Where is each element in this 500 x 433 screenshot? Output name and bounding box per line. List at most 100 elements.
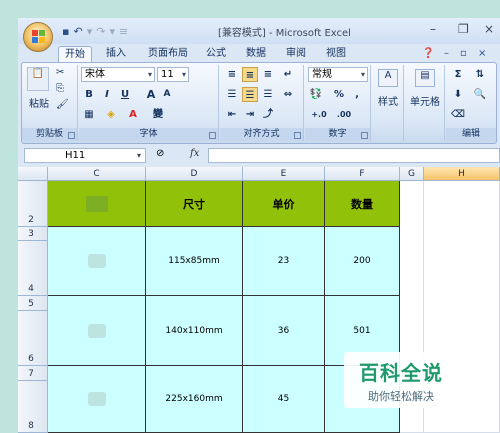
- cut-icon[interactable]: ✂: [56, 67, 64, 78]
- orientation-icon[interactable]: ⤴: [260, 107, 276, 122]
- ribbon-minimize-icon[interactable]: –: [444, 48, 449, 59]
- tab-formulas[interactable]: 公式: [200, 46, 232, 62]
- help-icon[interactable]: ❓: [422, 48, 434, 59]
- row-header-3[interactable]: 3: [18, 227, 48, 241]
- bold-button[interactable]: B: [81, 87, 97, 102]
- underline-button[interactable]: U: [117, 87, 133, 102]
- sort-filter-icon[interactable]: ⇅: [472, 67, 488, 82]
- font-launcher-icon[interactable]: [209, 132, 216, 139]
- align-top-icon[interactable]: ≡: [224, 67, 240, 82]
- table-cell[interactable]: 36: [243, 296, 325, 366]
- row-header-4[interactable]: 4: [18, 241, 48, 296]
- formula-input[interactable]: [208, 148, 500, 163]
- tab-review[interactable]: 审阅: [280, 46, 312, 62]
- italic-button[interactable]: I: [99, 87, 115, 102]
- alignment-launcher-icon[interactable]: [294, 132, 301, 139]
- row-header-2[interactable]: 2: [18, 181, 48, 227]
- table-cell[interactable]: 140x110mm: [146, 296, 243, 366]
- tab-view[interactable]: 视图: [320, 46, 352, 62]
- row-number: 3: [28, 229, 34, 239]
- align-center-icon[interactable]: ☰: [242, 87, 258, 102]
- redo-dropdown-icon[interactable]: ▾: [109, 25, 115, 38]
- find-select-icon[interactable]: 🔍: [472, 87, 488, 102]
- table-cell-image[interactable]: [48, 296, 146, 366]
- align-bottom-icon[interactable]: ≡: [260, 67, 276, 82]
- currency-icon[interactable]: 💱: [308, 87, 324, 102]
- font-size-select[interactable]: 11 ▾: [157, 67, 189, 82]
- column-header-c[interactable]: C: [48, 167, 146, 181]
- table-cell[interactable]: 23: [243, 227, 325, 296]
- column-header-e[interactable]: E: [243, 167, 325, 181]
- fill-icon[interactable]: ⬇: [450, 87, 466, 102]
- tab-insert[interactable]: 插入: [100, 46, 132, 62]
- table-cell-image[interactable]: [48, 366, 146, 433]
- font-color-button[interactable]: A: [125, 107, 141, 122]
- clear-icon[interactable]: ⌫: [450, 107, 466, 122]
- column-header-g[interactable]: G: [400, 167, 424, 181]
- comma-button[interactable]: ,: [349, 87, 365, 102]
- paste-icon[interactable]: 📋: [27, 67, 49, 91]
- increase-decimal-button[interactable]: +.0: [308, 107, 330, 122]
- row-header-7[interactable]: 7: [18, 366, 48, 381]
- autosum-icon[interactable]: Σ: [450, 67, 466, 82]
- phonetic-button[interactable]: 變: [149, 107, 167, 122]
- clipboard-launcher-icon[interactable]: [68, 132, 75, 139]
- undo-icon[interactable]: ↶: [73, 25, 82, 38]
- insert-function-button[interactable]: fx: [190, 148, 199, 159]
- column-header-d[interactable]: D: [146, 167, 243, 181]
- fill-color-icon[interactable]: ◈: [103, 107, 119, 122]
- header-cell-quantity[interactable]: 数量: [325, 181, 400, 227]
- redo-icon[interactable]: ↷: [96, 25, 105, 38]
- table-cell[interactable]: 225x160mm: [146, 366, 243, 433]
- ribbon-restore-icon[interactable]: ▫: [460, 48, 467, 59]
- header-cell-size[interactable]: 尺寸: [146, 181, 243, 227]
- copy-icon[interactable]: ⎘: [56, 83, 64, 94]
- name-box[interactable]: H11 ▾: [24, 148, 146, 163]
- paste-button[interactable]: 粘贴: [26, 95, 52, 110]
- tab-data[interactable]: 数据: [240, 46, 272, 62]
- ribbon-close-icon[interactable]: ×: [478, 48, 486, 59]
- save-icon[interactable]: ▪: [62, 25, 69, 38]
- row-header-6[interactable]: 6: [18, 311, 48, 366]
- column-header-h[interactable]: H: [424, 167, 500, 181]
- table-cell-image[interactable]: [48, 227, 146, 296]
- customize-qat-icon[interactable]: ≡: [119, 25, 128, 38]
- number-format-select[interactable]: 常规 ▾: [308, 67, 368, 82]
- undo-dropdown-icon[interactable]: ▾: [87, 25, 93, 38]
- cells-icon[interactable]: ▤: [415, 69, 435, 87]
- table-cell[interactable]: 115x85mm: [146, 227, 243, 296]
- column-header-f[interactable]: F: [325, 167, 400, 181]
- restore-icon[interactable]: ❐: [458, 22, 469, 36]
- number-launcher-icon[interactable]: [361, 132, 368, 139]
- wrap-text-icon[interactable]: ↵: [280, 67, 296, 82]
- row-header-5[interactable]: 5: [18, 296, 48, 311]
- merge-center-icon[interactable]: ⇔: [280, 87, 296, 102]
- format-painter-icon[interactable]: 🖌: [56, 99, 69, 110]
- styles-button[interactable]: 样式: [374, 93, 402, 108]
- select-all-corner[interactable]: [18, 167, 48, 181]
- increase-indent-icon[interactable]: ⇥: [242, 107, 258, 122]
- header-cell-price[interactable]: 单价: [243, 181, 325, 227]
- header-cell-image[interactable]: [48, 181, 146, 227]
- row-header-8[interactable]: 8: [18, 381, 48, 433]
- borders-icon[interactable]: ▦: [81, 107, 97, 122]
- tab-page-layout[interactable]: 页面布局: [142, 46, 194, 62]
- formula-cancel-icon[interactable]: ⊘: [156, 148, 164, 159]
- align-left-icon[interactable]: ☰: [224, 87, 240, 102]
- table-cell[interactable]: 200: [325, 227, 400, 296]
- shrink-font-button[interactable]: A: [159, 87, 175, 102]
- minimize-icon[interactable]: –: [430, 22, 436, 36]
- decrease-indent-icon[interactable]: ⇤: [224, 107, 240, 122]
- tab-home[interactable]: 开始: [58, 46, 92, 62]
- table-cell[interactable]: 45: [243, 366, 325, 433]
- align-middle-icon[interactable]: ≡: [242, 67, 258, 82]
- align-right-icon[interactable]: ☰: [260, 87, 276, 102]
- percent-button[interactable]: %: [331, 87, 347, 102]
- cells-button[interactable]: 单元格: [405, 93, 445, 108]
- styles-icon[interactable]: A: [378, 69, 398, 87]
- office-button[interactable]: [23, 22, 53, 52]
- grow-font-button[interactable]: A: [143, 87, 159, 102]
- font-name-select[interactable]: 宋体 ▾: [81, 67, 155, 82]
- close-icon[interactable]: ×: [484, 22, 494, 36]
- decrease-decimal-button[interactable]: .00: [333, 107, 355, 122]
